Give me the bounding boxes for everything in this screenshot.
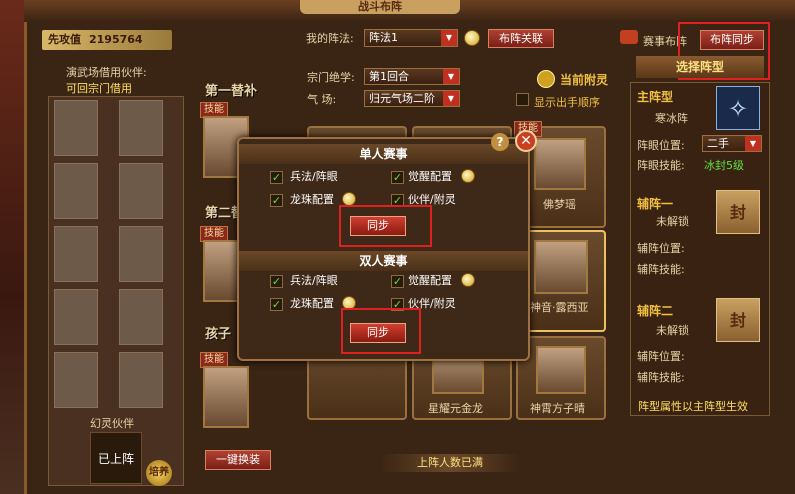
phantom-slot[interactable]: 已上阵 xyxy=(90,432,142,484)
borrow-slot[interactable] xyxy=(119,352,163,408)
chevron-down-icon: ▼ xyxy=(745,136,761,151)
search-icon[interactable] xyxy=(461,273,475,287)
chevron-down-icon: ▼ xyxy=(441,30,457,46)
ice-formation-icon[interactable]: ✧ xyxy=(716,86,760,130)
seal-icon: 封 xyxy=(716,190,760,234)
aux2-locked: 未解锁 xyxy=(656,324,689,337)
option-label: 兵法/阵眼 xyxy=(290,170,338,183)
show-order-checkbox[interactable] xyxy=(516,93,529,106)
phantom-status: 已上阵 xyxy=(97,452,134,466)
main-formation-name: 寒冰阵 xyxy=(655,112,688,125)
power-label: 先攻值 xyxy=(48,33,81,46)
checkbox[interactable]: ✓ xyxy=(270,275,283,288)
search-icon[interactable] xyxy=(461,169,475,183)
choose-formation-button[interactable]: 选择阵型 xyxy=(636,56,764,78)
borrow-slot[interactable] xyxy=(54,289,98,345)
aux1-position-label: 辅阵位置: xyxy=(637,242,685,255)
option-label: 龙珠配置 xyxy=(290,297,334,310)
borrow-slot[interactable] xyxy=(54,100,98,156)
borrow-slot[interactable] xyxy=(54,226,98,282)
aux2-skill-label: 辅阵技能: xyxy=(637,371,685,384)
sect-select-value: 第1回合 xyxy=(369,70,409,83)
event-icon xyxy=(620,30,638,44)
eye-position-select[interactable]: 二手 ▼ xyxy=(702,135,762,152)
close-button[interactable]: ✕ xyxy=(515,130,537,152)
highlight-box xyxy=(339,205,432,247)
slot-name: 佛梦瑶 xyxy=(543,198,576,211)
single-event-title: 单人赛事 xyxy=(239,144,528,164)
borrow-slot[interactable] xyxy=(119,289,163,345)
sub3-title: 孩子 xyxy=(205,327,232,342)
slot-name: 神音·露西亚 xyxy=(530,301,589,314)
borrow-slot[interactable] xyxy=(119,226,163,282)
option-label: 兵法/阵眼 xyxy=(290,274,338,287)
slot-name: 星耀元金龙 xyxy=(428,402,483,415)
power-value: 2195764 xyxy=(89,33,143,46)
sub1-title: 第一替补 xyxy=(205,84,258,99)
checkbox[interactable]: ✓ xyxy=(270,298,283,311)
sect-label: 宗门绝学: xyxy=(307,71,355,84)
borrow-slot[interactable] xyxy=(54,352,98,408)
chevron-down-icon: ▼ xyxy=(443,69,459,84)
seal-icon: 封 xyxy=(716,298,760,342)
eye-skill-value: 冰封5级 xyxy=(704,159,744,172)
borrow-slot[interactable] xyxy=(119,100,163,156)
search-icon[interactable] xyxy=(464,30,480,46)
formation-footer: 阵型属性以主阵型生效 xyxy=(638,400,748,413)
option-label: 龙珠配置 xyxy=(290,193,334,206)
aux1-title: 辅阵一 xyxy=(637,197,674,211)
qi-label: 气 场: xyxy=(307,93,337,106)
portrait[interactable] xyxy=(534,240,588,294)
portrait[interactable] xyxy=(534,138,586,190)
checkbox[interactable]: ✓ xyxy=(391,275,404,288)
option-label: 觉醒配置 xyxy=(408,170,452,183)
search-icon[interactable] xyxy=(342,192,356,206)
window-title: 战斗布阵 xyxy=(300,0,460,14)
checkbox[interactable]: ✓ xyxy=(270,194,283,207)
sect-select[interactable]: 第1回合 ▼ xyxy=(364,68,460,85)
full-notice: 上阵人数已满 xyxy=(380,454,520,472)
formation-select-value: 阵法1 xyxy=(369,31,398,44)
eye-position-label: 阵眼位置: xyxy=(637,139,685,152)
highlight-box xyxy=(341,308,421,354)
aux2-title: 辅阵二 xyxy=(637,304,674,318)
eye-skill-label: 阵眼技能: xyxy=(637,159,685,172)
cultivate-button[interactable]: 培养 xyxy=(146,460,172,486)
chevron-down-icon: ▼ xyxy=(443,91,459,106)
slot-name: 神霄方子晴 xyxy=(530,402,585,415)
aux2-position-label: 辅阵位置: xyxy=(637,350,685,363)
side-decoration xyxy=(0,0,24,494)
aux1-skill-label: 辅阵技能: xyxy=(637,263,685,276)
power-display: 先攻值 2195764 xyxy=(42,30,172,50)
portrait[interactable] xyxy=(203,366,249,428)
attach-spirit-icon[interactable] xyxy=(537,70,555,88)
portrait[interactable] xyxy=(536,346,586,394)
qi-select-value: 归元气场二阶 xyxy=(369,92,435,105)
checkbox[interactable]: ✓ xyxy=(270,171,283,184)
phantom-title: 幻灵伙伴 xyxy=(90,417,134,430)
eye-position-value: 二手 xyxy=(707,137,729,150)
option-label: 觉醒配置 xyxy=(408,274,452,287)
borrow-link[interactable]: 可回宗门借用 xyxy=(66,80,132,96)
checkbox[interactable]: ✓ xyxy=(391,171,404,184)
main-formation-title: 主阵型 xyxy=(637,90,674,104)
show-order-label: 显示出手顺序 xyxy=(534,96,600,109)
double-event-title: 双人赛事 xyxy=(239,251,528,271)
swap-button[interactable]: 一键换装 xyxy=(205,450,271,470)
help-button[interactable]: ? xyxy=(491,133,509,151)
borrow-slot[interactable] xyxy=(54,163,98,219)
aux1-locked: 未解锁 xyxy=(656,215,689,228)
attach-spirit-label[interactable]: 当前附灵 xyxy=(560,71,608,88)
formation-link-button[interactable]: 布阵关联 xyxy=(488,29,554,48)
formation-label: 我的阵法: xyxy=(306,32,354,45)
formation-select[interactable]: 阵法1 ▼ xyxy=(364,29,458,47)
borrow-title: 演武场借用伙伴: xyxy=(66,66,147,79)
qi-select[interactable]: 归元气场二阶 ▼ xyxy=(364,90,460,107)
borrow-slot[interactable] xyxy=(119,163,163,219)
